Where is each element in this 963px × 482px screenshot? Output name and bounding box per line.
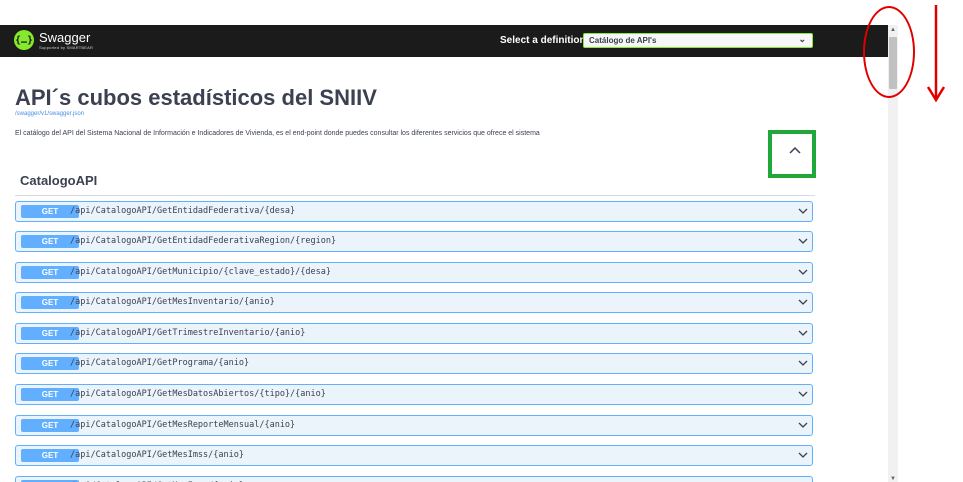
operation-path: /api/CatalogoAPI/GetTrimestreInventario/… [70, 328, 306, 338]
tag-header-catalogoapi[interactable]: CatalogoAPI [15, 166, 815, 196]
chevron-up-icon [789, 143, 801, 157]
swagger-logo[interactable]: {…} Swagger Supported by SMARTBEAR [14, 30, 104, 52]
annotation-red-ellipse [863, 6, 915, 98]
swagger-json-link[interactable]: /swagger/v1/swagger.json [15, 111, 84, 117]
logo-name: Swagger [39, 30, 91, 45]
operation-row[interactable]: GET/api/CatalogoAPI/GetMesReporteMensual… [15, 415, 813, 436]
chevron-down-icon[interactable] [798, 328, 808, 338]
api-description: El catálogo del API del Sistema Nacional… [15, 130, 540, 137]
logo-subtitle: Supported by SMARTBEAR [39, 45, 94, 50]
chevron-down-icon[interactable] [798, 358, 808, 368]
operation-row[interactable]: GET/api/CatalogoAPI/GetPrograma/{anio} [15, 353, 813, 374]
tag-collapse-button[interactable] [768, 130, 816, 178]
chevron-down-icon[interactable] [798, 206, 808, 216]
swagger-page: {…} Swagger Supported by SMARTBEAR Selec… [0, 25, 888, 482]
annotation-down-arrow-icon [926, 5, 946, 103]
operation-path: /api/CatalogoAPI/GetMesInventario/{anio} [70, 297, 275, 307]
definition-select[interactable]: Catálogo de API's ⌄ [583, 33, 813, 48]
operation-row[interactable]: GET/api/CatalogoAPI/GetTrimestreInventar… [15, 323, 813, 344]
scroll-down-arrow-icon[interactable]: ▼ [890, 476, 896, 482]
operation-row[interactable]: GET/api/CatalogoAPI/GetMesInventario/{an… [15, 292, 813, 313]
swagger-logo-icon: {…} [14, 30, 34, 50]
definition-select-value: Catálogo de API's [589, 36, 657, 45]
operation-row[interactable]: GET/api/CatalogoAPI/GetEntidadFederativa… [15, 231, 813, 252]
operation-row[interactable]: GET/api/CatalogoAPI/GetMunicipio/{clave_… [15, 262, 813, 283]
operation-row[interactable]: GET/api/CatalogoAPI/GetMesDatosAbiertos/… [15, 384, 813, 405]
chevron-down-icon[interactable] [798, 420, 808, 430]
operation-path: /api/CatalogoAPI/GetEntidadFederativa/{d… [70, 206, 296, 216]
chevron-down-icon[interactable] [798, 236, 808, 246]
page-title: API´s cubos estadísticos del SNIIV [15, 85, 377, 110]
operation-path: /api/CatalogoAPI/GetMesReporteMensual/{a… [70, 420, 296, 430]
tag-name: CatalogoAPI [20, 173, 98, 188]
chevron-down-icon: ⌄ [798, 34, 806, 44]
operation-path: /api/CatalogoAPI/GetMunicipio/{clave_est… [70, 267, 331, 277]
operation-path: /api/CatalogoAPI/GetPrograma/{anio} [70, 358, 250, 368]
operation-row[interactable]: GET/api/CatalogoAPI/GetMesImss/{anio} [15, 445, 813, 466]
chevron-down-icon[interactable] [798, 389, 808, 399]
operation-row[interactable]: GET/api/CatalogoAPI/GetMesImss/{anio} [15, 476, 813, 482]
operation-path: /api/CatalogoAPI/GetEntidadFederativaReg… [70, 236, 337, 246]
chevron-down-icon[interactable] [798, 267, 808, 277]
select-definition-label: Select a definition [500, 35, 586, 46]
chevron-down-icon[interactable] [798, 297, 808, 307]
operation-row[interactable]: GET/api/CatalogoAPI/GetEntidadFederativa… [15, 201, 813, 222]
operation-path: /api/CatalogoAPI/GetMesDatosAbiertos/{ti… [70, 389, 326, 399]
operation-path: /api/CatalogoAPI/GetMesImss/{anio} [70, 450, 244, 460]
top-bar: {…} Swagger Supported by SMARTBEAR Selec… [0, 25, 888, 57]
chevron-down-icon[interactable] [798, 450, 808, 460]
